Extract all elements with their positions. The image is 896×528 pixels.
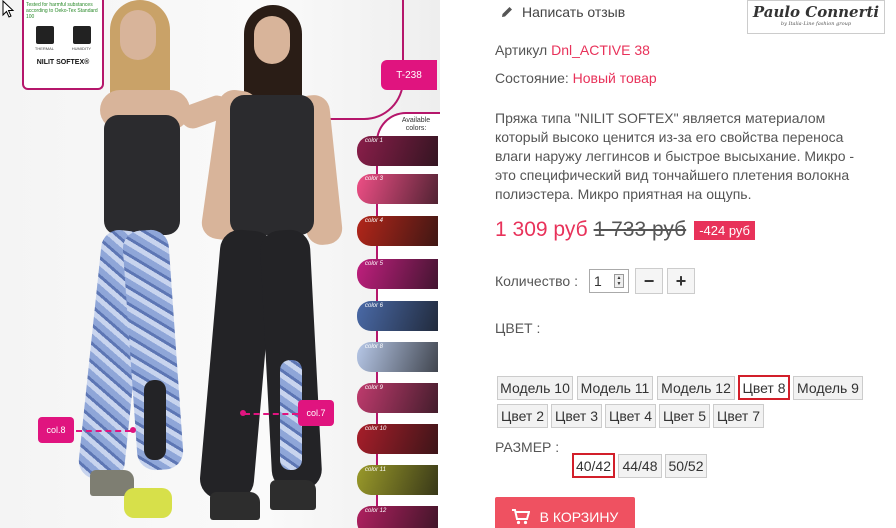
color-swatch-label: color 5 <box>365 261 384 267</box>
color-swatch: color 5 <box>357 259 438 289</box>
color-section-label: ЦВЕТ : <box>495 320 541 336</box>
size-section-label: РАЗМЕР : <box>495 439 560 455</box>
color-swatch-label: color 1 <box>365 138 384 144</box>
size-option[interactable]: 44/48 <box>618 454 662 478</box>
model-right <box>198 0 350 528</box>
mouse-cursor-icon <box>2 0 15 18</box>
color-swatch: color 3 <box>357 174 438 204</box>
color-swatch: color 4 <box>357 216 438 246</box>
article-row: Артикул Dnl_ACTIVE 38 <box>495 42 650 58</box>
available-colors-caption: Available colors: <box>401 117 431 132</box>
size-option-selected[interactable]: 40/42 <box>572 453 615 478</box>
article-label: Артикул <box>495 42 548 58</box>
thermal-caption: THERMAL <box>34 46 54 51</box>
brand-tagline: by Italia-Line fashion group <box>780 21 852 27</box>
color-swatch: color 12 <box>357 506 438 528</box>
write-review-link[interactable]: Написать отзыв <box>500 4 625 20</box>
color-option[interactable]: Цвет 4 <box>605 404 656 428</box>
pointer-line-left <box>76 430 131 432</box>
quantity-input[interactable]: 1 ▲ ▼ <box>589 269 629 293</box>
color-option[interactable]: Цвет 2 <box>497 404 548 428</box>
price-block: 1 309 руб 1 733 руб -424 руб <box>495 218 755 242</box>
brand-name: Paulo Connerti <box>752 3 880 21</box>
product-info: Написать отзыв Paulo Connerti by Italia-… <box>495 0 896 528</box>
cart-icon <box>511 509 530 525</box>
brand-logo[interactable]: Paulo Connerti by Italia-Line fashion gr… <box>747 0 885 34</box>
color-swatch: color 10 <box>357 424 438 454</box>
article-value: Dnl_ACTIVE 38 <box>551 42 650 58</box>
quantity-plus-button[interactable]: + <box>667 268 695 294</box>
condition-label: Состояние: <box>495 70 569 86</box>
color-option[interactable]: Модель 9 <box>793 376 863 400</box>
product-image[interactable]: Tested for harmful substances according … <box>0 0 440 528</box>
color-tag-right: col.7 <box>298 400 334 426</box>
color-option-selected[interactable]: Цвет 8 <box>738 375 790 400</box>
product-description: Пряжа типа "NILIT SOFTEX" является матер… <box>495 110 855 202</box>
color-swatch-label: color 8 <box>365 344 384 350</box>
quantity-spinner[interactable]: ▲ ▼ <box>614 274 624 288</box>
condition-value: Новый товар <box>572 70 657 86</box>
color-option[interactable]: Цвет 3 <box>551 404 602 428</box>
color-option[interactable]: Модель 10 <box>497 376 573 400</box>
add-to-cart-button[interactable]: В КОРЗИНУ <box>495 497 635 528</box>
color-swatch-label: color 3 <box>365 176 384 182</box>
current-price: 1 309 руб <box>495 218 588 241</box>
color-option[interactable]: Цвет 5 <box>659 404 710 428</box>
pointer-dot-left <box>130 427 136 433</box>
color-swatch: color 9 <box>357 383 438 413</box>
quantity-label: Количество : <box>495 273 578 289</box>
color-swatch-label: color 9 <box>365 385 384 391</box>
quantity-value: 1 <box>594 273 602 289</box>
color-tag-left: col.8 <box>38 417 74 443</box>
discount-badge: -424 руб <box>694 220 755 240</box>
color-swatch: color 11 <box>357 465 438 495</box>
add-to-cart-label: В КОРЗИНУ <box>539 509 619 525</box>
color-swatch-label: color 10 <box>365 426 387 432</box>
pointer-line-right <box>244 413 298 415</box>
old-price: 1 733 руб <box>593 218 687 241</box>
model-code-tag: T-238 <box>381 60 437 90</box>
color-option[interactable]: Цвет 7 <box>713 404 764 428</box>
color-option[interactable]: Модель 12 <box>657 376 735 400</box>
write-review-label: Написать отзыв <box>522 4 626 20</box>
pointer-dot-right <box>240 410 246 416</box>
pencil-icon <box>502 7 512 17</box>
quantity-minus-button[interactable]: − <box>635 268 663 294</box>
color-swatch-label: color 6 <box>365 303 384 309</box>
color-option[interactable]: Модель 11 <box>577 376 653 400</box>
color-swatch: color 8 <box>357 342 438 372</box>
color-swatch-label: color 12 <box>365 508 387 514</box>
size-option[interactable]: 50/52 <box>665 454 707 478</box>
color-swatch-label: color 11 <box>365 467 386 473</box>
color-swatch: color 6 <box>357 301 438 331</box>
color-swatch-label: color 4 <box>365 218 384 224</box>
thermal-icon <box>35 26 54 44</box>
color-swatch: color 1 <box>357 136 438 166</box>
condition-row: Состояние: Новый товар <box>495 70 657 86</box>
